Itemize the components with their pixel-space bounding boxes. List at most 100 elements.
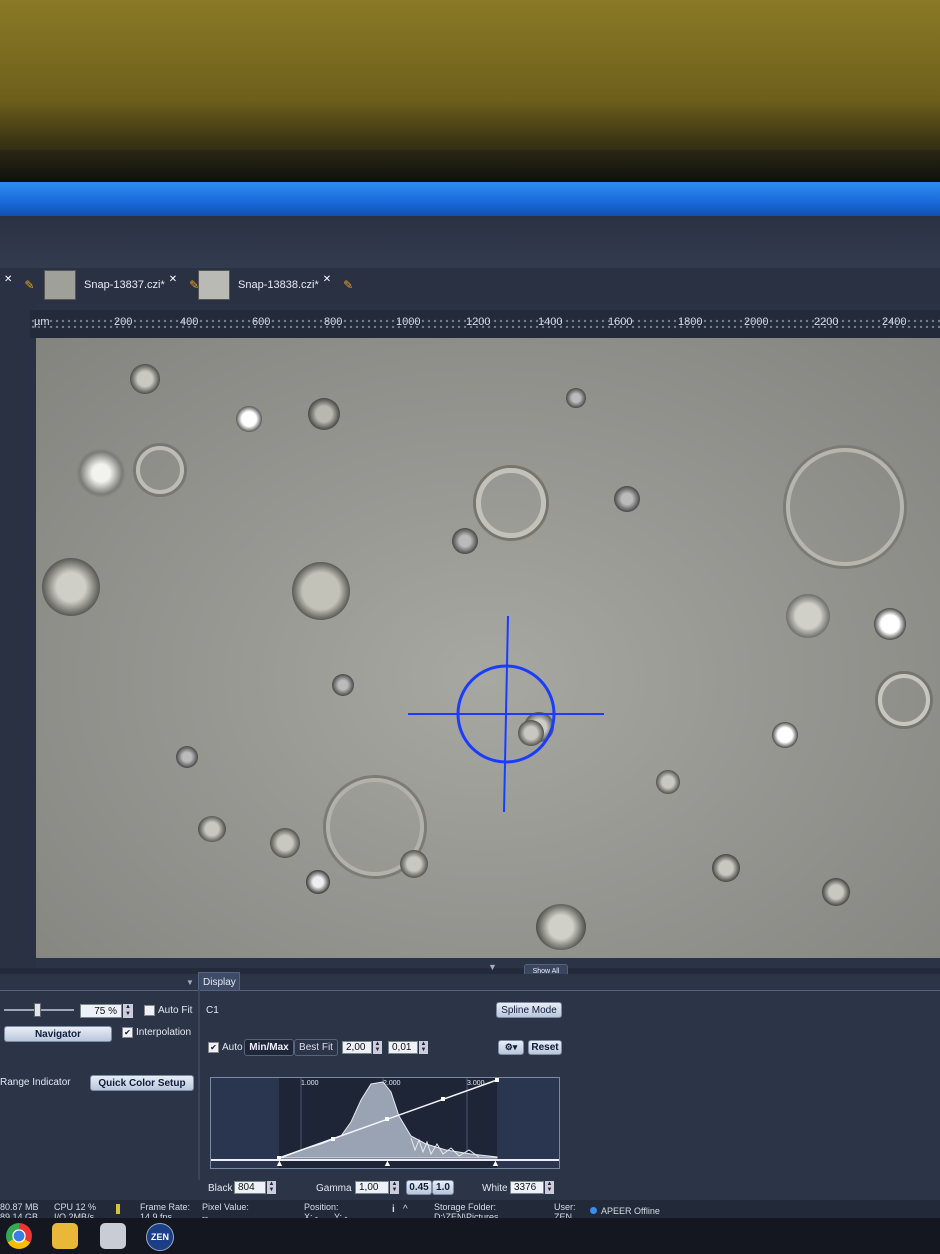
info-icon[interactable]: i bbox=[392, 1204, 395, 1215]
ruler-tick: 1000 bbox=[396, 316, 421, 328]
ring-artifact bbox=[786, 448, 904, 566]
ruler-tick: 1200 bbox=[466, 316, 491, 328]
minmax-label: Min/Max bbox=[249, 1042, 289, 1053]
black-point-handle-icon[interactable]: ▲ bbox=[275, 1158, 284, 1168]
cell bbox=[42, 558, 100, 616]
cell bbox=[786, 594, 830, 638]
tab-snap-13837[interactable]: Snap-13837.czi* ✕ ✎ bbox=[44, 270, 199, 300]
ruler-tick: 1800 bbox=[678, 316, 703, 328]
reset-label: Reset bbox=[531, 1042, 559, 1053]
gamma-label: Gamma bbox=[316, 1183, 352, 1194]
close-icon[interactable]: ✕ bbox=[169, 274, 177, 285]
cell bbox=[452, 528, 478, 554]
tab-display-label: Display bbox=[203, 977, 236, 988]
zoom-spinner-icon[interactable]: ▲ ▼ bbox=[123, 1004, 133, 1018]
monitor-edge bbox=[0, 150, 940, 186]
checkmark-icon[interactable]: ✔ bbox=[208, 1042, 219, 1053]
ruler-tick: 600 bbox=[252, 316, 271, 328]
best-fit-spinner-icon[interactable]: ▲ ▼ bbox=[373, 1041, 382, 1054]
divider bbox=[0, 990, 940, 991]
range-indicator-label[interactable]: Range Indicator bbox=[0, 1077, 71, 1088]
dropdown-arrow-icon[interactable]: ▼ bbox=[186, 978, 194, 987]
ruler-tick: 2200 bbox=[814, 316, 839, 328]
black-label: Black bbox=[208, 1183, 233, 1194]
tab-snap-13838[interactable]: Snap-13838.czi* ✕ ✎ bbox=[198, 270, 353, 300]
screen: ✕ ✎ Snap-13837.czi* ✕ ✎ Snap-13838.czi* … bbox=[0, 182, 940, 1254]
collapse-arrow-icon[interactable]: ▼ bbox=[488, 962, 497, 972]
black-spinner-icon[interactable]: ▲ ▼ bbox=[267, 1181, 276, 1194]
quick-color-setup-button[interactable]: Quick Color Setup bbox=[90, 1075, 194, 1091]
document-tabs: ✕ ✎ Snap-13837.czi* ✕ ✎ Snap-13838.czi* … bbox=[0, 268, 940, 304]
spline-mode-button[interactable]: Spline Mode bbox=[496, 1002, 562, 1018]
thumbnail-icon bbox=[44, 270, 76, 300]
auto-fit-checkbox[interactable]: Auto Fit bbox=[144, 1005, 192, 1016]
tab-label: Snap-13838.czi* bbox=[238, 279, 319, 291]
ring-artifact bbox=[476, 468, 546, 538]
white-point-handle-icon[interactable]: ▲ bbox=[491, 1158, 500, 1168]
navigator-button[interactable]: Navigator bbox=[4, 1026, 112, 1042]
ruler-tick: 2000 bbox=[744, 316, 769, 328]
gamma-value: 1,00 bbox=[359, 1182, 379, 1193]
gamma-preset-045-button[interactable]: 0.45 bbox=[406, 1180, 432, 1195]
zoom-value: 75 % bbox=[94, 1005, 117, 1017]
zoom-slider-handle[interactable] bbox=[34, 1003, 41, 1017]
activity-indicator-icon bbox=[116, 1204, 120, 1214]
ruler-tick: 200 bbox=[114, 316, 133, 328]
pencil-icon: ✎ bbox=[24, 278, 35, 292]
best-fit-input[interactable]: 2,00 bbox=[342, 1041, 372, 1054]
cell bbox=[536, 904, 586, 950]
histogram[interactable]: 1.000 2.000 3.000 ▲ ▲ ▲ bbox=[210, 1077, 560, 1169]
tolerance-spinner-icon[interactable]: ▲ ▼ bbox=[419, 1041, 428, 1054]
zen-app-icon[interactable]: ZEN bbox=[146, 1223, 174, 1251]
checkbox-icon[interactable] bbox=[144, 1005, 155, 1016]
app-window-icon[interactable] bbox=[100, 1223, 126, 1249]
cell bbox=[306, 870, 330, 894]
settings-gear-button[interactable]: ⚙▾ bbox=[498, 1040, 524, 1055]
chevron-up-icon[interactable]: ^ bbox=[403, 1204, 408, 1215]
white-value: 3376 bbox=[514, 1182, 537, 1193]
position-label: Position: bbox=[304, 1202, 339, 1212]
cell bbox=[76, 448, 126, 498]
pixel-value-label: Pixel Value: bbox=[202, 1202, 249, 1212]
tolerance-input[interactable]: 0,01 bbox=[388, 1041, 418, 1054]
cell bbox=[566, 388, 586, 408]
tab-previous-fragment[interactable]: ✕ ✎ bbox=[0, 270, 34, 300]
best-fit-button[interactable]: Best Fit bbox=[294, 1039, 338, 1056]
apeer-status[interactable]: APEER Offline bbox=[601, 1206, 660, 1216]
ring-artifact bbox=[878, 674, 930, 726]
close-icon[interactable]: ✕ bbox=[323, 274, 331, 285]
gamma-input[interactable]: 1,00 bbox=[355, 1181, 389, 1194]
gamma-spinner-icon[interactable]: ▲ ▼ bbox=[390, 1181, 399, 1194]
gamma-preset-10-button[interactable]: 1.0 bbox=[432, 1180, 454, 1195]
black-input[interactable]: 804 bbox=[234, 1181, 266, 1194]
cpu-usage: CPU 12 % bbox=[54, 1202, 97, 1212]
cell bbox=[822, 878, 850, 906]
divider bbox=[198, 990, 200, 1180]
black-value: 804 bbox=[238, 1182, 255, 1193]
checkmark-icon[interactable]: ✔ bbox=[122, 1027, 133, 1038]
white-input[interactable]: 3376 bbox=[510, 1181, 544, 1194]
window-title-bar bbox=[0, 182, 940, 216]
crosshair-icon bbox=[408, 615, 604, 813]
auto-fit-label: Auto Fit bbox=[158, 1005, 193, 1017]
close-icon[interactable]: ✕ bbox=[4, 274, 12, 285]
cell bbox=[400, 850, 428, 878]
microscope-image[interactable] bbox=[36, 338, 940, 958]
gamma-handle-icon[interactable]: ▲ bbox=[383, 1158, 392, 1168]
white-spinner-icon[interactable]: ▲ ▼ bbox=[545, 1181, 554, 1194]
file-explorer-icon[interactable] bbox=[52, 1223, 78, 1249]
chrome-icon[interactable] bbox=[6, 1223, 32, 1249]
minmax-button[interactable]: Min/Max bbox=[244, 1039, 294, 1056]
user-label: User: bbox=[554, 1202, 576, 1212]
auto-checkbox[interactable]: ✔ Auto bbox=[208, 1042, 243, 1053]
reset-button[interactable]: Reset bbox=[528, 1040, 562, 1055]
zoom-input[interactable]: 75 % bbox=[80, 1004, 122, 1018]
zen-label: ZEN bbox=[151, 1232, 169, 1242]
cell bbox=[292, 562, 350, 620]
cell bbox=[308, 398, 340, 430]
ruler-tick: 2400 bbox=[882, 316, 907, 328]
tab-display[interactable]: Display bbox=[198, 972, 240, 991]
cell bbox=[656, 770, 680, 794]
interpolation-checkbox[interactable]: ✔ Interpolation bbox=[122, 1027, 191, 1038]
spline-mode-label: Spline Mode bbox=[501, 1004, 557, 1016]
